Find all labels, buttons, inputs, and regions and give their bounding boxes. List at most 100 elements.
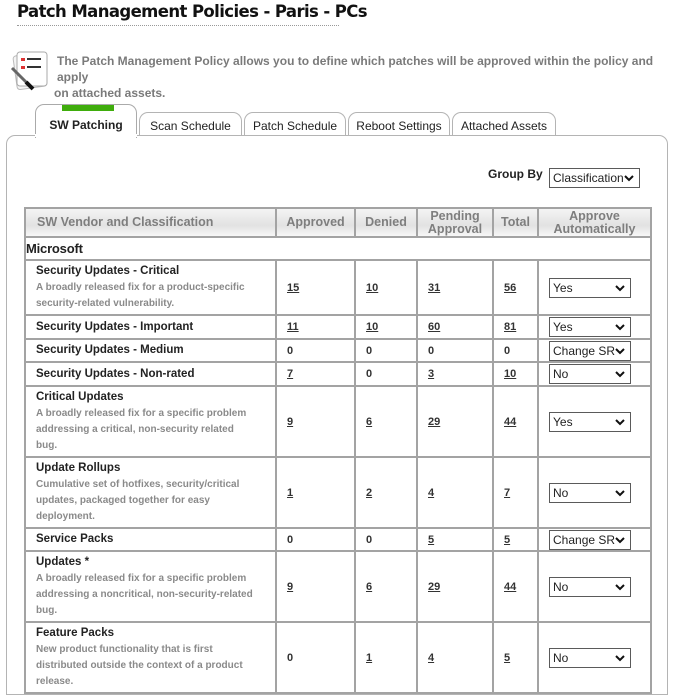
total-count-link[interactable]: 5 [504, 534, 510, 546]
total-count-link[interactable]: 44 [504, 416, 516, 428]
approved-cell: 11 [275, 314, 356, 340]
denied-cell: 0 [354, 338, 418, 363]
col-header-denied[interactable]: Denied [354, 207, 418, 238]
denied-count-link[interactable]: 6 [366, 416, 372, 428]
total-count-link[interactable]: 56 [504, 282, 516, 294]
intro-description: The Patch Management Policy allows you t… [54, 53, 669, 101]
active-tab-join [35, 134, 137, 137]
approved-cell: 7 [275, 361, 356, 387]
pending-count-link[interactable]: 4 [428, 487, 434, 499]
approve-automatically-select[interactable]: Yes [549, 277, 631, 298]
denied-cell: 1 [354, 621, 418, 694]
desc-line: bug. [36, 605, 58, 616]
total-count-link[interactable]: 81 [504, 321, 516, 333]
table-row: Security Updates - Non-rated 7 0 3 10 No [24, 361, 652, 387]
pending-count-link[interactable]: 5 [428, 534, 434, 546]
total-count-link[interactable]: 44 [504, 581, 516, 593]
approved-cell: 15 [275, 259, 356, 316]
denied-count-link[interactable]: 2 [366, 487, 372, 499]
total-count-link[interactable]: 5 [504, 652, 510, 664]
approve-auto-cell: No [537, 361, 652, 387]
approve-automatically-select[interactable]: Yes [549, 411, 631, 432]
approve-auto-value: Yes [553, 414, 573, 429]
tab-sw-patching[interactable]: SW Patching [35, 104, 137, 138]
table-header-row: SW Vendor and Classification Approved De… [24, 207, 652, 238]
chevron-down-icon [624, 175, 634, 182]
table-row: Security Updates - Medium 0 0 0 0 Change SR [24, 338, 652, 363]
denied-count-link[interactable]: 10 [366, 282, 378, 294]
approved-count-link[interactable]: 9 [287, 581, 293, 593]
tab-bar: SW Patching Scan Schedule Patch Schedule… [0, 104, 674, 140]
denied-count-link[interactable]: 1 [366, 652, 372, 664]
pending-count-link[interactable]: 31 [428, 282, 440, 294]
pending-cell: 3 [416, 361, 494, 387]
approve-auto-cell: No [537, 550, 652, 623]
approved-count-link[interactable]: 7 [287, 368, 293, 380]
desc-line: A broadly released fix for a specific pr… [36, 408, 247, 419]
tab-label: Patch Schedule [252, 119, 338, 133]
denied-count: 0 [366, 344, 373, 357]
active-tab-indicator [62, 105, 114, 111]
denied-cell: 0 [354, 361, 418, 387]
pending-cell: 29 [416, 550, 494, 623]
classification-name: Service Packs [36, 533, 114, 545]
approve-auto-value: No [553, 579, 569, 594]
classification-cell: Security Updates - Important [24, 314, 277, 340]
classification-name: Security Updates - Important [36, 320, 194, 333]
denied-count-link[interactable]: 10 [366, 321, 378, 333]
approve-auto-cell: Yes [537, 259, 652, 316]
approved-count-link[interactable]: 9 [287, 416, 293, 428]
approve-automatically-select[interactable]: Change SR [549, 529, 631, 550]
approved-count-link[interactable]: 11 [287, 321, 299, 333]
pending-cell: 5 [416, 527, 494, 552]
table-row: Critical Updates A broadly released fix f… [24, 385, 652, 458]
approve-auto-value: No [553, 367, 569, 381]
approve-automatically-select[interactable]: No [549, 482, 631, 503]
total-cell: 44 [492, 550, 539, 623]
col-header-approved[interactable]: Approved [275, 207, 356, 238]
col-header-classification[interactable]: SW Vendor and Classification [24, 207, 277, 238]
desc-line: updates, packaged together for easy [36, 495, 210, 506]
approved-count-link[interactable]: 15 [287, 282, 299, 294]
pending-cell: 0 [416, 338, 494, 363]
classification-name: Security Updates - Medium [36, 344, 184, 356]
col-header-approve-auto[interactable]: Approve Automatically [537, 207, 652, 238]
denied-cell: 10 [354, 259, 418, 316]
approved-count-link[interactable]: 1 [287, 487, 293, 499]
classification-description: Cumulative set of hotfixes, security/cri… [36, 477, 271, 525]
approve-automatically-select[interactable]: No [549, 364, 631, 384]
desc-line: addressing a noncritical, non-security-r… [36, 589, 253, 600]
approved-cell: 0 [275, 621, 356, 694]
approve-automatically-select[interactable]: No [549, 576, 631, 597]
group-by-label: Group By [488, 167, 543, 181]
pending-count-link[interactable]: 29 [428, 416, 440, 428]
chevron-down-icon [615, 583, 625, 590]
total-cell: 10 [492, 361, 539, 387]
approve-automatically-select[interactable]: No [549, 647, 631, 668]
desc-line: distributed outside the context of a pro… [36, 660, 243, 671]
total-count-link[interactable]: 7 [504, 487, 510, 499]
table-row: Security Updates - Critical A broadly rel… [24, 259, 652, 316]
total-cell: 56 [492, 259, 539, 316]
classification-name: Security Updates - Non-rated [36, 367, 195, 380]
group-by-select[interactable]: Classification [549, 168, 640, 188]
col-header-pending[interactable]: Pending Approval [416, 207, 494, 238]
header-line: Automatically [553, 221, 636, 236]
approve-automatically-select[interactable]: Change SR [549, 340, 631, 361]
pending-count-link[interactable]: 29 [428, 581, 440, 593]
classification-cell: Security Updates - Medium [24, 338, 277, 363]
denied-count-link[interactable]: 6 [366, 581, 372, 593]
approved-cell: 9 [275, 385, 356, 458]
total-count-link[interactable]: 10 [504, 368, 516, 380]
classification-name: Updates * [36, 556, 90, 568]
approve-auto-cell: Yes [537, 314, 652, 340]
header-line: Pending [430, 208, 480, 223]
pending-cell: 4 [416, 621, 494, 694]
col-header-total[interactable]: Total [492, 207, 539, 238]
approved-cell: 1 [275, 456, 356, 529]
pending-count-link[interactable]: 3 [428, 368, 434, 380]
pending-count: 0 [428, 344, 435, 357]
pending-count-link[interactable]: 60 [428, 321, 440, 333]
approve-automatically-select[interactable]: Yes [549, 317, 631, 337]
pending-count-link[interactable]: 4 [428, 652, 434, 664]
